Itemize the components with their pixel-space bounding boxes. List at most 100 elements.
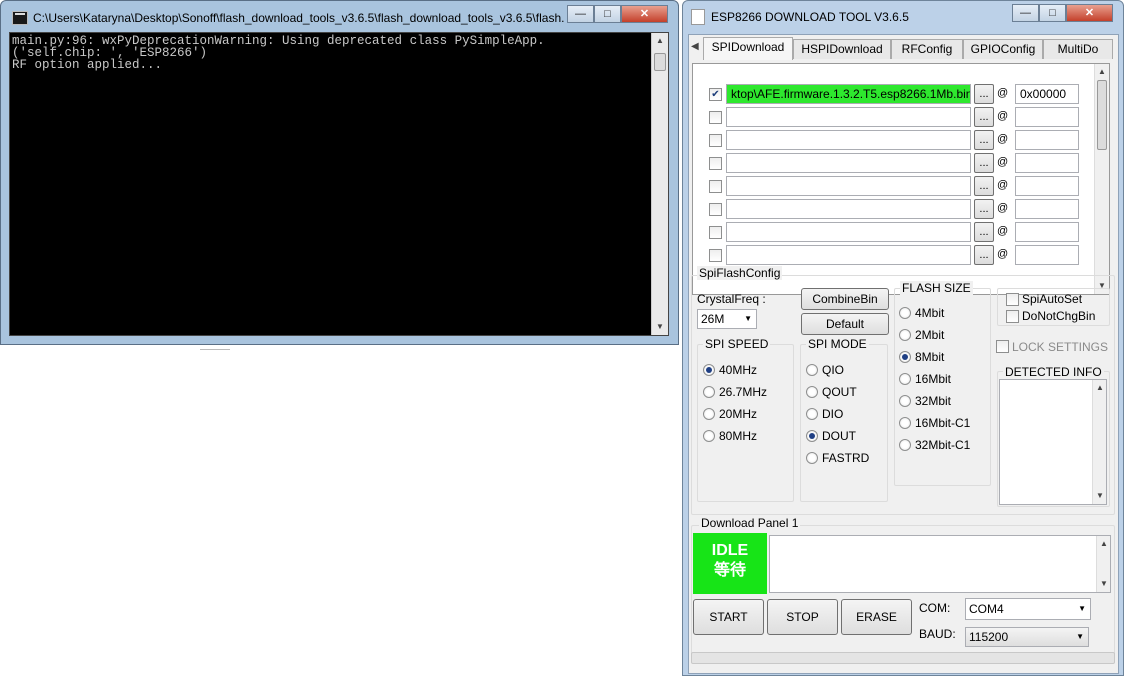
browse-button[interactable]: ... bbox=[974, 84, 994, 104]
address-input[interactable] bbox=[1015, 130, 1079, 150]
start-button[interactable]: START bbox=[693, 599, 764, 635]
do-not-chg-bin-checkbox[interactable] bbox=[1006, 310, 1019, 323]
crystal-freq-select[interactable]: 26M ▼ bbox=[697, 309, 757, 329]
browse-button[interactable]: ... bbox=[974, 199, 994, 219]
address-input[interactable] bbox=[1015, 153, 1079, 173]
address-input[interactable] bbox=[1015, 199, 1079, 219]
console-close-button[interactable]: ✕ bbox=[621, 5, 668, 23]
flash-size-radio[interactable] bbox=[899, 307, 911, 319]
spi-speed-option[interactable]: 20MHz bbox=[719, 407, 757, 421]
spi-mode-option[interactable]: DIO bbox=[822, 407, 843, 421]
spi-auto-set-checkbox[interactable] bbox=[1006, 293, 1019, 306]
detected-info-textbox[interactable]: ▲ ▼ bbox=[999, 379, 1107, 505]
spi-speed-option[interactable]: 80MHz bbox=[719, 429, 757, 443]
browse-button[interactable]: ... bbox=[974, 153, 994, 173]
tab-scroll-left-icon[interactable]: ◀ bbox=[691, 41, 699, 52]
flash-size-option[interactable]: 8Mbit bbox=[915, 350, 944, 364]
flash-size-radio[interactable] bbox=[899, 329, 911, 341]
address-input[interactable] bbox=[1015, 245, 1079, 265]
console-scroll-thumb[interactable] bbox=[654, 53, 666, 71]
spi-mode-radio[interactable] bbox=[806, 430, 818, 442]
combinebin-button[interactable]: CombineBin bbox=[801, 288, 889, 310]
file-path-input[interactable] bbox=[726, 107, 971, 127]
browse-button[interactable]: ... bbox=[974, 245, 994, 265]
console-maximize-button[interactable]: □ bbox=[594, 5, 621, 23]
flash-size-radio[interactable] bbox=[899, 417, 911, 429]
file-checkbox[interactable] bbox=[709, 203, 722, 216]
tab-rfconfig[interactable]: RFConfig bbox=[891, 39, 963, 59]
baud-rate-select[interactable]: 115200 ▼ bbox=[965, 627, 1089, 647]
address-input[interactable]: 0x00000 bbox=[1015, 84, 1079, 104]
esp-maximize-button[interactable]: □ bbox=[1039, 4, 1066, 22]
download-log-textbox[interactable]: ▲ ▼ bbox=[769, 535, 1111, 593]
tab-hspidownload[interactable]: HSPIDownload bbox=[793, 39, 891, 59]
spi-mode-radio[interactable] bbox=[806, 452, 818, 464]
stop-button[interactable]: STOP bbox=[767, 599, 838, 635]
scroll-up-arrow-icon[interactable]: ▲ bbox=[1093, 380, 1107, 396]
browse-button[interactable]: ... bbox=[974, 107, 994, 127]
console-minimize-button[interactable]: — bbox=[567, 5, 594, 23]
file-path-input[interactable] bbox=[726, 130, 971, 150]
file-checkbox[interactable] bbox=[709, 134, 722, 147]
console-scrollbar[interactable]: ▲ ▼ bbox=[651, 33, 668, 335]
browse-button[interactable]: ... bbox=[974, 130, 994, 150]
spi-mode-radio[interactable] bbox=[806, 386, 818, 398]
spi-mode-option[interactable]: FASTRD bbox=[822, 451, 869, 465]
flash-size-radio[interactable] bbox=[899, 373, 911, 385]
flash-size-radio[interactable] bbox=[899, 439, 911, 451]
console-titlebar[interactable]: C:\Users\Kataryna\Desktop\Sonoff\flash_d… bbox=[1, 1, 678, 31]
browse-button[interactable]: ... bbox=[974, 176, 994, 196]
file-path-input[interactable]: ktop\AFE.firmware.1.3.2.T5.esp8266.1Mb.b… bbox=[726, 84, 971, 104]
flash-size-option[interactable]: 4Mbit bbox=[915, 306, 944, 320]
esp-close-button[interactable]: ✕ bbox=[1066, 4, 1113, 22]
file-path-input[interactable] bbox=[726, 222, 971, 242]
scroll-up-arrow-icon[interactable]: ▲ bbox=[1097, 536, 1111, 552]
detected-info-scrollbar[interactable]: ▲ ▼ bbox=[1092, 380, 1106, 504]
lock-settings-checkbox[interactable] bbox=[996, 340, 1009, 353]
flash-size-option[interactable]: 16Mbit-C1 bbox=[915, 416, 970, 430]
address-input[interactable] bbox=[1015, 222, 1079, 242]
spi-speed-radio[interactable] bbox=[703, 430, 715, 442]
flash-size-option[interactable]: 2Mbit bbox=[915, 328, 944, 342]
file-checkbox[interactable] bbox=[709, 249, 722, 262]
file-checkbox[interactable] bbox=[709, 111, 722, 124]
file-list-scrollbar[interactable]: ▲ ▼ bbox=[1094, 64, 1109, 294]
browse-button[interactable]: ... bbox=[974, 222, 994, 242]
file-checkbox[interactable] bbox=[709, 157, 722, 170]
flash-size-radio[interactable] bbox=[899, 395, 911, 407]
flash-size-option[interactable]: 32Mbit-C1 bbox=[915, 438, 970, 452]
file-checkbox[interactable]: ✔ bbox=[709, 88, 722, 101]
spi-mode-option[interactable]: QOUT bbox=[822, 385, 857, 399]
spi-mode-radio[interactable] bbox=[806, 364, 818, 376]
scroll-up-arrow-icon[interactable]: ▲ bbox=[652, 33, 668, 49]
spi-mode-option[interactable]: QIO bbox=[822, 363, 844, 377]
com-port-select[interactable]: COM4 ▼ bbox=[965, 598, 1091, 620]
flash-size-radio[interactable] bbox=[899, 351, 911, 363]
flash-size-option[interactable]: 32Mbit bbox=[915, 394, 951, 408]
tab-gpioconfig[interactable]: GPIOConfig bbox=[963, 39, 1043, 59]
file-path-input[interactable] bbox=[726, 199, 971, 219]
scroll-down-arrow-icon[interactable]: ▼ bbox=[1093, 488, 1107, 504]
file-checkbox[interactable] bbox=[709, 226, 722, 239]
flash-size-option[interactable]: 16Mbit bbox=[915, 372, 951, 386]
scroll-up-arrow-icon[interactable]: ▲ bbox=[1095, 64, 1109, 80]
default-button[interactable]: Default bbox=[801, 313, 889, 335]
spi-speed-option[interactable]: 40MHz bbox=[719, 363, 757, 377]
scroll-down-arrow-icon[interactable]: ▼ bbox=[1097, 576, 1111, 592]
address-input[interactable] bbox=[1015, 176, 1079, 196]
erase-button[interactable]: ERASE bbox=[841, 599, 912, 635]
file-path-input[interactable] bbox=[726, 176, 971, 196]
file-checkbox[interactable] bbox=[709, 180, 722, 193]
file-list-scroll-thumb[interactable] bbox=[1097, 80, 1107, 150]
spi-speed-radio[interactable] bbox=[703, 386, 715, 398]
file-path-input[interactable] bbox=[726, 245, 971, 265]
tab-multidownload[interactable]: MultiDo bbox=[1043, 39, 1113, 59]
scroll-down-arrow-icon[interactable]: ▼ bbox=[652, 319, 668, 335]
address-input[interactable] bbox=[1015, 107, 1079, 127]
tab-spidownload[interactable]: SPIDownload bbox=[703, 37, 793, 60]
spi-mode-option[interactable]: DOUT bbox=[822, 429, 856, 443]
esp-minimize-button[interactable]: — bbox=[1012, 4, 1039, 22]
spi-speed-radio[interactable] bbox=[703, 408, 715, 420]
file-path-input[interactable] bbox=[726, 153, 971, 173]
download-log-scrollbar[interactable]: ▲ ▼ bbox=[1096, 536, 1110, 592]
